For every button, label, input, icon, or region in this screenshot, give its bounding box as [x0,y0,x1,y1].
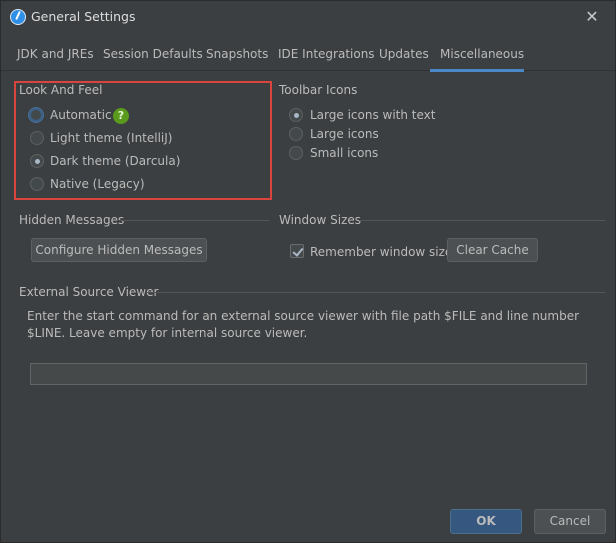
toolbar-icons-title: Toolbar Icons [279,83,358,97]
radio-large-icons-text-label[interactable]: Large icons with text [310,108,435,122]
hidden-messages-title: Hidden Messages [19,213,125,227]
clear-cache-button[interactable]: Clear Cache [447,238,538,262]
active-tab-indicator [430,69,524,72]
tab-jdk-and-jres[interactable]: JDK and JREs [17,47,94,61]
radio-large-icons[interactable] [289,127,303,141]
cancel-button[interactable]: Cancel [534,509,606,534]
tab-session-defaults[interactable]: Session Defaults [103,47,203,61]
radio-large-icons-text[interactable] [289,108,303,122]
radio-large-icons-label[interactable]: Large icons [310,127,379,141]
hidden-messages-separator [119,220,269,221]
look-and-feel-highlight [14,81,272,200]
radio-small-icons[interactable] [289,146,303,160]
general-settings-dialog: General Settings ✕ JDK and JREs Session … [0,0,616,543]
remember-window-sizes-label[interactable]: Remember window sizes [310,245,459,259]
app-logo-icon [10,9,26,25]
window-sizes-separator [359,220,605,221]
external-source-viewer-description: Enter the start command for an external … [27,309,580,340]
tab-bar: JDK and JREs Session Defaults Snapshots … [1,39,615,72]
close-icon[interactable]: ✕ [583,8,601,26]
tab-ide-integrations[interactable]: IDE Integrations [278,47,375,61]
external-source-viewer-separator [146,292,605,293]
configure-hidden-messages-button[interactable]: Configure Hidden Messages [31,238,207,262]
remember-window-sizes-checkbox[interactable] [290,244,304,258]
window-title: General Settings [31,9,136,24]
external-source-viewer-title: External Source Viewer [19,285,159,299]
tab-snapshots[interactable]: Snapshots [206,47,268,61]
radio-small-icons-label[interactable]: Small icons [310,146,378,160]
external-source-viewer-input[interactable] [30,363,587,385]
tab-miscellaneous[interactable]: Miscellaneous [440,47,524,61]
ok-button[interactable]: OK [450,509,522,534]
window-sizes-title: Window Sizes [279,213,362,227]
tab-updates[interactable]: Updates [379,47,429,61]
title-bar: General Settings ✕ [1,1,615,33]
